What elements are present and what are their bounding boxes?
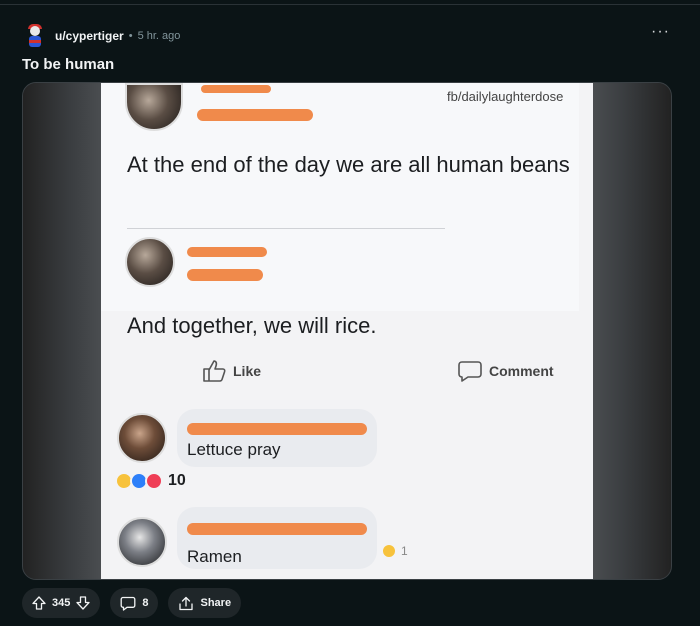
reply-text: And together, we will rice.: [127, 313, 377, 338]
source-label: fb/dailylaughterdose: [447, 89, 564, 104]
redacted-handle-1: [197, 109, 313, 121]
haha-reaction-icon: [381, 543, 397, 559]
username-link[interactable]: u/cypertiger: [55, 29, 124, 43]
post-text: At the end of the day we are all human b…: [127, 152, 570, 177]
post-media[interactable]: fb/dailylaughterdose At the end of the d…: [22, 82, 672, 580]
top-divider: [0, 4, 700, 5]
redacted-handle-2: [187, 269, 263, 281]
thumbs-up-icon: [203, 360, 226, 382]
comment-2-reaction-count: 1: [401, 544, 408, 558]
comment-button: Comment: [457, 359, 554, 383]
comment-bubble-icon: [458, 361, 482, 382]
share-icon: [179, 596, 194, 610]
post-footer: 345 8 Share: [22, 588, 251, 618]
commenter-photo-2: [117, 517, 167, 567]
screenshot-image: fb/dailylaughterdose At the end of the d…: [101, 83, 593, 579]
post-time: 5 hr. ago: [137, 30, 181, 42]
comment-icon: [120, 596, 136, 611]
redacted-commenter-2: [187, 523, 367, 535]
comment-count: 8: [142, 597, 149, 609]
comment-label: Comment: [489, 363, 554, 379]
separator-dot: •: [128, 30, 133, 42]
downvote-icon[interactable]: [76, 596, 91, 610]
commenter-photo-1: [117, 413, 167, 463]
post-title[interactable]: To be human: [22, 56, 114, 73]
comments-button[interactable]: 8: [110, 588, 159, 618]
card-divider: [127, 228, 445, 229]
redacted-name-2: [187, 247, 267, 257]
comment-2-reactions: 1: [381, 543, 408, 559]
comment-1-reactions: 10: [115, 472, 186, 490]
user-avatar[interactable]: [22, 23, 48, 49]
share-button[interactable]: Share: [168, 588, 242, 618]
share-label: Share: [200, 597, 232, 609]
post-header: u/cypertiger • 5 hr. ago ···: [22, 22, 678, 50]
comment-1-reaction-count: 10: [168, 472, 186, 489]
like-button: Like: [201, 359, 261, 383]
media-blur-right: [593, 83, 671, 579]
vote-control: 345: [22, 588, 101, 618]
upvote-icon[interactable]: [32, 596, 46, 610]
comment-2-text: Ramen: [187, 547, 242, 566]
like-label: Like: [233, 363, 262, 379]
profile-photo-2: [125, 237, 175, 287]
vote-count: 345: [52, 597, 71, 609]
media-blur-left: [23, 83, 101, 579]
action-bar: Like Comment: [101, 351, 581, 391]
comment-1-text: Lettuce pray: [187, 440, 281, 459]
love-reaction-icon: [145, 472, 163, 490]
more-options-icon[interactable]: ···: [651, 24, 670, 40]
redacted-name-1: [201, 85, 271, 93]
redacted-commenter-1: [187, 423, 367, 435]
